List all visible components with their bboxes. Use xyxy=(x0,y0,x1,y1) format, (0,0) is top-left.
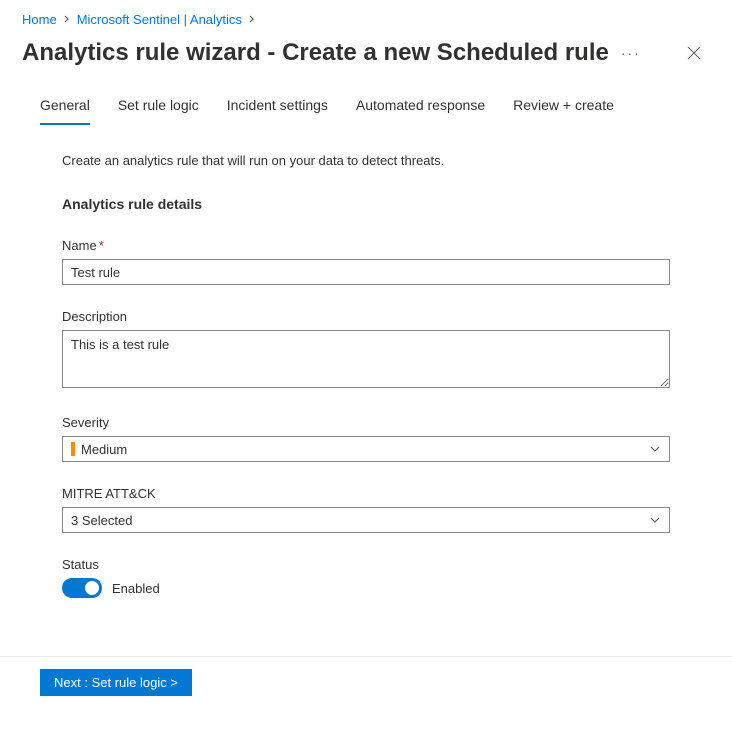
chevron-right-icon xyxy=(248,14,256,26)
breadcrumb: Home Microsoft Sentinel | Analytics xyxy=(0,0,732,35)
breadcrumb-home[interactable]: Home xyxy=(22,12,57,27)
severity-select[interactable]: Medium xyxy=(62,436,670,462)
name-label: Name* xyxy=(62,238,670,253)
close-icon xyxy=(687,46,701,60)
title-row: Analytics rule wizard - Create a new Sch… xyxy=(0,35,732,87)
name-input[interactable] xyxy=(62,259,670,285)
tab-review-create[interactable]: Review + create xyxy=(513,87,614,125)
breadcrumb-sentinel[interactable]: Microsoft Sentinel | Analytics xyxy=(77,12,242,27)
mitre-value: 3 Selected xyxy=(71,513,132,528)
tab-automated-response[interactable]: Automated response xyxy=(356,87,485,125)
status-label: Status xyxy=(62,557,670,572)
close-button[interactable] xyxy=(678,37,710,69)
page-title: Analytics rule wizard - Create a new Sch… xyxy=(22,39,609,67)
section-title: Analytics rule details xyxy=(62,196,670,212)
next-button[interactable]: Next : Set rule logic > xyxy=(40,669,192,696)
description-input[interactable]: This is a test rule xyxy=(62,330,670,388)
mitre-label: MITRE ATT&CK xyxy=(62,486,670,501)
more-icon[interactable]: ··· xyxy=(621,45,641,61)
chevron-down-icon xyxy=(649,514,661,526)
field-status: Status Enabled xyxy=(62,557,670,598)
tabs: General Set rule logic Incident settings… xyxy=(0,87,732,125)
field-name: Name* xyxy=(62,238,670,285)
description-label: Description xyxy=(62,309,670,324)
status-toggle[interactable] xyxy=(62,578,102,598)
footer: Next : Set rule logic > xyxy=(0,656,732,708)
tab-general[interactable]: General xyxy=(40,87,90,125)
field-mitre: MITRE ATT&CK 3 Selected xyxy=(62,486,670,533)
status-value: Enabled xyxy=(112,581,160,596)
tab-incident-settings[interactable]: Incident settings xyxy=(227,87,328,125)
severity-value: Medium xyxy=(81,442,127,457)
toggle-thumb xyxy=(85,581,99,595)
field-severity: Severity Medium xyxy=(62,415,670,462)
field-description: Description This is a test rule xyxy=(62,309,670,391)
chevron-right-icon xyxy=(63,14,71,26)
status-toggle-row: Enabled xyxy=(62,578,670,598)
name-label-text: Name xyxy=(62,238,97,253)
chevron-down-icon xyxy=(649,443,661,455)
mitre-select[interactable]: 3 Selected xyxy=(62,507,670,533)
required-indicator: * xyxy=(99,238,104,253)
severity-label: Severity xyxy=(62,415,670,430)
severity-color-bar xyxy=(71,442,75,456)
content-area: Create an analytics rule that will run o… xyxy=(0,153,732,598)
tab-set-rule-logic[interactable]: Set rule logic xyxy=(118,87,199,125)
intro-text: Create an analytics rule that will run o… xyxy=(62,153,670,168)
